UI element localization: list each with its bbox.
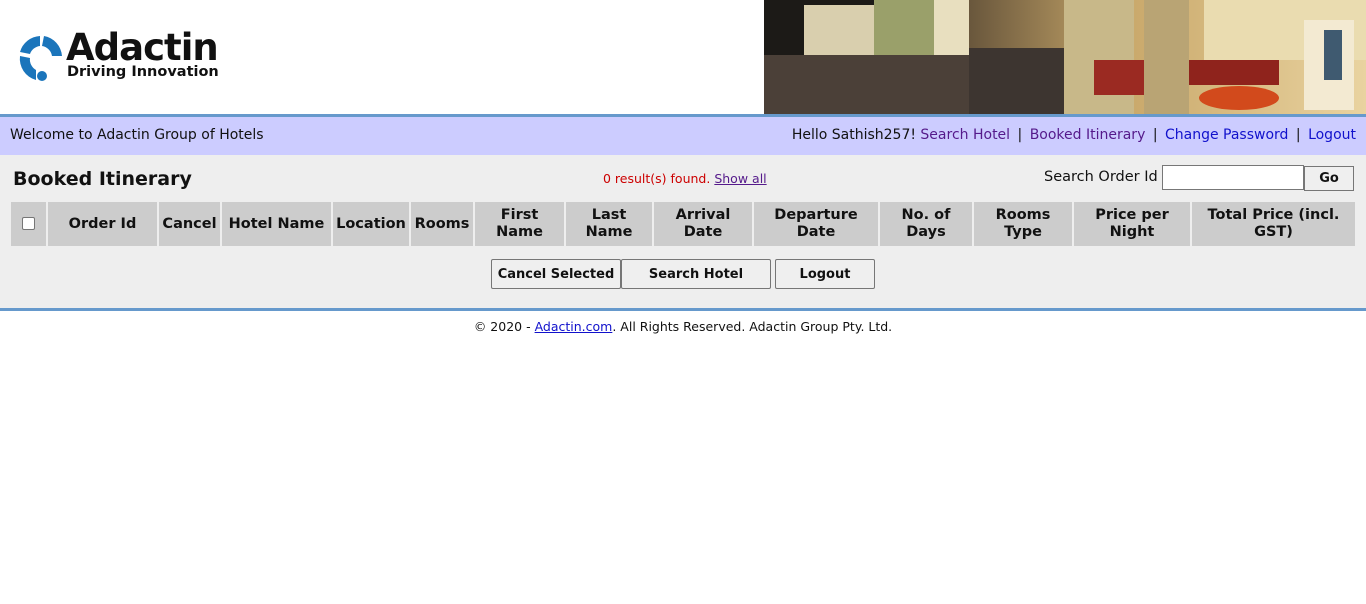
nav-link-booked-itinerary[interactable]: Booked Itinerary — [1030, 127, 1146, 143]
search-order-id-label: Search Order Id — [1044, 169, 1158, 185]
header: Adactin Driving Innovation — [0, 0, 1366, 114]
logout-button[interactable]: Logout — [775, 259, 875, 289]
column-header: No. of Days — [879, 202, 974, 246]
column-header: Total Price (incl. GST) — [1191, 202, 1355, 246]
logo-tagline: Driving Innovation — [67, 64, 219, 80]
nav-separator: | — [1017, 127, 1023, 143]
nav-link-search-hotel[interactable]: Search Hotel — [920, 127, 1010, 143]
column-header: Order Id — [47, 202, 159, 246]
welcome-text: Welcome to Adactin Group of Hotels — [10, 127, 264, 143]
search-order-id-input[interactable] — [1162, 165, 1304, 190]
footer-adactin-link[interactable]: Adactin.com — [535, 319, 613, 334]
footer-rights: . All Rights Reserved. Adactin Group Pty… — [612, 319, 893, 334]
nav-separator: | — [1295, 127, 1301, 143]
greeting-text: Hello Sathish257! — [791, 127, 916, 143]
column-header: First Name — [474, 202, 566, 246]
adactin-logo-icon — [19, 36, 62, 81]
itinerary-table: Order Id Cancel Hotel Name Location Room… — [11, 202, 1355, 246]
hotel-lobby-banner — [764, 0, 1366, 114]
logo-name: Adactin — [66, 26, 219, 69]
cancel-selected-button[interactable]: Cancel Selected — [491, 259, 621, 289]
user-nav: Hello Sathish257! Search Hotel | Booked … — [792, 127, 1356, 143]
column-header: Departure Date — [753, 202, 880, 246]
main-content: Booked Itinerary 0 result(s) found. Show… — [0, 155, 1366, 311]
column-header: Hotel Name — [221, 202, 333, 246]
search-hotel-button[interactable]: Search Hotel — [621, 259, 771, 289]
column-header: Last Name — [565, 202, 654, 246]
footer-copyright: © 2020 - — [473, 319, 535, 334]
select-all-cell — [11, 202, 48, 246]
column-header: Rooms — [410, 202, 475, 246]
page-title: Booked Itinerary — [13, 168, 192, 190]
go-button[interactable]: Go — [1304, 166, 1354, 191]
show-all-link[interactable]: Show all — [714, 171, 766, 186]
results-text: 0 result(s) found. — [603, 171, 711, 186]
select-all-checkbox[interactable] — [22, 217, 35, 230]
nav-separator: | — [1152, 127, 1158, 143]
footer: © 2020 - Adactin.com. All Rights Reserve… — [0, 319, 1366, 334]
table-header-row: Order Id Cancel Hotel Name Location Room… — [11, 202, 1355, 246]
adactin-logo: Adactin Driving Innovation — [14, 26, 229, 86]
column-header: Rooms Type — [973, 202, 1074, 246]
nav-link-change-password[interactable]: Change Password — [1165, 127, 1288, 143]
column-header: Cancel — [158, 202, 222, 246]
column-header: Price per Night — [1073, 202, 1192, 246]
column-header: Location — [332, 202, 411, 246]
results-count: 0 result(s) found. Show all — [603, 171, 767, 186]
column-header: Arrival Date — [653, 202, 754, 246]
nav-link-logout[interactable]: Logout — [1308, 127, 1356, 143]
top-nav-bar: Welcome to Adactin Group of Hotels Hello… — [0, 114, 1366, 155]
